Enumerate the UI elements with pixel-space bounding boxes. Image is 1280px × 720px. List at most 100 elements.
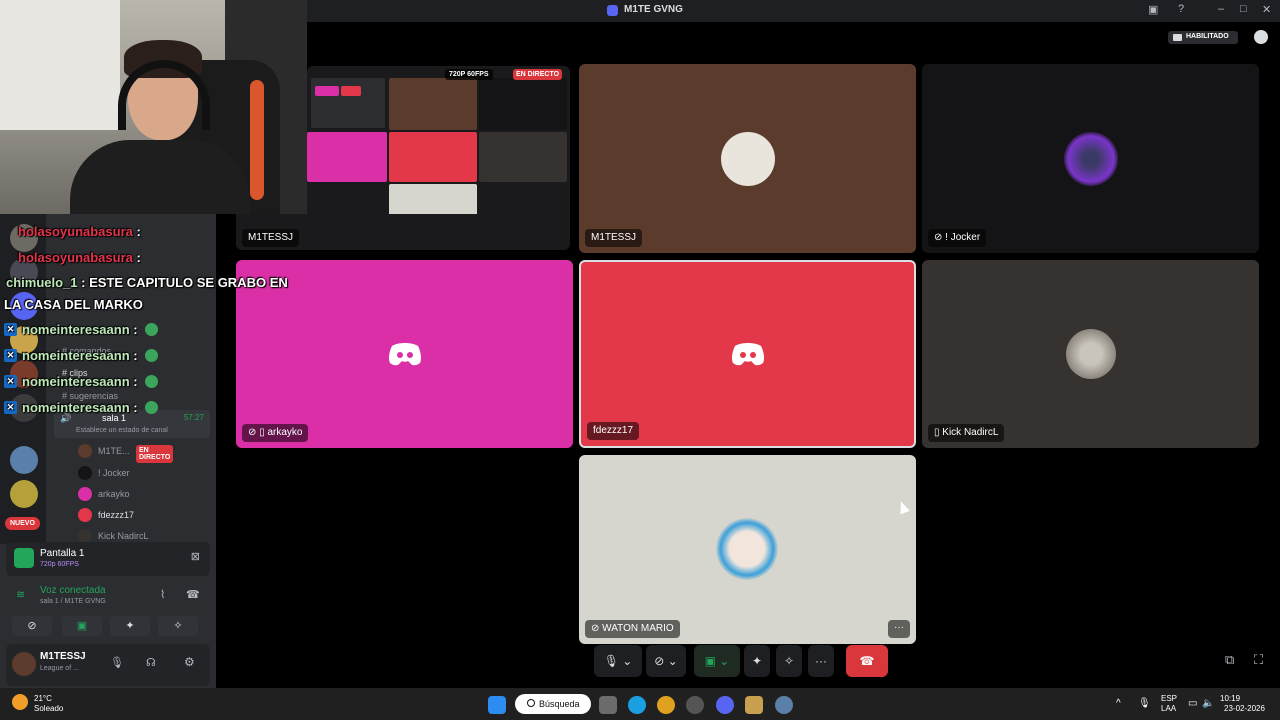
participant-tile-kick[interactable]: ▯ Kick NadircL: [922, 260, 1259, 448]
activities-button[interactable]: ✦: [744, 645, 770, 677]
chat-separator: :: [81, 275, 86, 290]
soundboard-icon: ✧: [173, 620, 183, 632]
camera-off-icon: ⊘: [654, 654, 665, 668]
discord-logo-icon: [731, 343, 764, 366]
participant-name-text: arkayko: [267, 427, 303, 438]
participant-name: ⊘ WATON MARIO: [585, 620, 680, 638]
chat-username: nomeinteresaann: [22, 322, 130, 337]
user-panel: M1TESSJ League of ... 🎙 ☊ ⚙: [6, 644, 210, 686]
voice-status: Voz conectada: [40, 585, 106, 596]
network-icon[interactable]: ▭: [1188, 699, 1197, 709]
microphone-toggle[interactable]: 🎙 ⌄: [594, 645, 642, 677]
fullscreen-icon[interactable]: ⛶: [1254, 652, 1263, 668]
clock-time[interactable]: 10:19: [1220, 694, 1240, 704]
disconnect-icon[interactable]: ☎: [186, 588, 200, 601]
clock-date[interactable]: 23-02-2026: [1224, 704, 1265, 714]
volume-icon[interactable]: 🔈: [1202, 699, 1214, 709]
participant-tile-m1tessj[interactable]: M1TESSJ: [579, 64, 916, 253]
chat-line: holasoyunabasura :: [18, 250, 141, 265]
edge-icon[interactable]: [628, 696, 646, 714]
disconnect-button[interactable]: ☎: [846, 645, 888, 677]
server-icon[interactable]: [10, 480, 38, 508]
screen-share-button[interactable]: ▣ ⌄: [694, 645, 740, 677]
settings-icon[interactable]: ⚙: [184, 655, 195, 669]
tray-mic-icon[interactable]: 🎙: [1138, 699, 1151, 709]
screen-share-button-small[interactable]: ▣: [62, 616, 102, 636]
share-tile-label: M1TESSJ: [242, 229, 300, 247]
server-logo-icon: [607, 5, 618, 16]
more-button[interactable]: ···: [808, 645, 834, 677]
screen-share-panel[interactable]: Pantalla 1 720p 60FPS ⊠: [6, 542, 210, 576]
chat-line: ✕ nomeinteresaann :: [4, 348, 159, 363]
participant-avatar: [720, 131, 775, 186]
chat-icon[interactable]: [1254, 30, 1268, 44]
tray-chevron-icon[interactable]: ^: [1116, 699, 1121, 709]
chrome-icon[interactable]: [657, 696, 675, 714]
more-options-icon[interactable]: ···: [888, 620, 910, 638]
stop-share-icon[interactable]: ⊠: [191, 550, 200, 563]
participant-tile-waton[interactable]: ⊘ WATON MARIO ···: [579, 455, 916, 644]
camera-status-pill[interactable]: HABILITADO: [1168, 31, 1238, 44]
call-controls: 🎙 ⌄ ⊘ ⌄ ▣ ⌄ ✦ ✧ ··· ☎: [594, 645, 894, 677]
obs-icon[interactable]: [686, 696, 704, 714]
live-badge: EN DIRECTO: [136, 445, 174, 463]
streamer-webcam: [0, 0, 307, 214]
participant-name: ▯ Kick NadircL: [928, 424, 1005, 442]
sub-badge-icon: ✕: [4, 401, 17, 414]
voice-channel-status[interactable]: Establece un estado de canal: [76, 427, 168, 434]
soundboard-icon: ✧: [783, 654, 795, 668]
soundboard-button[interactable]: ✧: [776, 645, 802, 677]
camera-toggle[interactable]: ⊘ ⌄: [646, 645, 686, 677]
discord-logo-icon: [388, 343, 421, 366]
member-name: Kick NadircL: [98, 531, 149, 541]
member-name: arkayko: [98, 489, 130, 499]
window-title: M1TE GVNG: [624, 4, 683, 15]
avatar[interactable]: [12, 652, 36, 676]
chat-separator: :: [136, 250, 141, 265]
server-icon[interactable]: [10, 446, 38, 474]
participant-avatar: [1063, 131, 1118, 186]
avatar: [78, 508, 92, 522]
soundboard-button-small[interactable]: ✧: [158, 616, 198, 636]
share-thumb: [479, 78, 567, 130]
participant-avatar: [1065, 329, 1116, 379]
search-label: Búsqueda: [539, 699, 580, 709]
minimize-icon[interactable]: –: [1218, 3, 1224, 15]
webcam-chair-stripe: [250, 80, 264, 200]
task-view-icon[interactable]: [599, 696, 617, 714]
language-top[interactable]: ESP: [1161, 694, 1177, 704]
league-icon[interactable]: [745, 696, 763, 714]
muted-icon: ⊘: [934, 232, 946, 243]
share-thumb: [341, 86, 361, 96]
help-icon[interactable]: ?: [1178, 3, 1184, 15]
mute-icon[interactable]: 🎙: [110, 656, 124, 669]
emote-icon: [145, 401, 159, 414]
noise-suppression-icon[interactable]: ⌇: [160, 588, 165, 601]
chat-username: holasoyunabasura: [18, 250, 133, 265]
microphone-icon: 🎙: [603, 654, 619, 668]
start-icon[interactable]: [488, 696, 506, 714]
search-icon: [527, 699, 535, 707]
discord-call-window: M1TE GVNG ▣ ? – □ ✕ HABILITADO 720P 60FP…: [0, 0, 1280, 720]
avatar: [78, 529, 92, 543]
chat-username: nomeinteresaann: [22, 400, 130, 415]
popout-icon[interactable]: ⧉: [1225, 652, 1234, 668]
participant-name: M1TESSJ: [585, 229, 643, 247]
camera-button[interactable]: ⊘: [12, 616, 52, 636]
participant-tile-fdezzz17[interactable]: fdezzz17: [579, 260, 916, 448]
deafen-icon[interactable]: ☊: [146, 656, 156, 669]
participant-name-text: Kick NadircL: [942, 427, 999, 438]
activities-button-small[interactable]: ✦: [110, 616, 150, 636]
discord-icon[interactable]: [716, 696, 734, 714]
maximize-icon[interactable]: □: [1240, 3, 1247, 15]
weather-icon[interactable]: [12, 694, 28, 710]
close-icon[interactable]: ✕: [1262, 3, 1271, 16]
inbox-icon[interactable]: ▣: [1148, 3, 1158, 16]
voice-location[interactable]: sala 1 / M1TE GVNG: [40, 598, 106, 605]
settings-app-icon[interactable]: [775, 696, 793, 714]
language-bottom[interactable]: LAA: [1161, 704, 1176, 714]
taskbar-search[interactable]: Búsqueda: [515, 694, 591, 714]
webcam-wall: [0, 0, 120, 130]
voice-connection-panel: ≋ Voz conectada sala 1 / M1TE GVNG ⌇ ☎ ⊘…: [6, 578, 210, 642]
participant-tile-jocker[interactable]: ⊘ ! Jocker: [922, 64, 1259, 253]
